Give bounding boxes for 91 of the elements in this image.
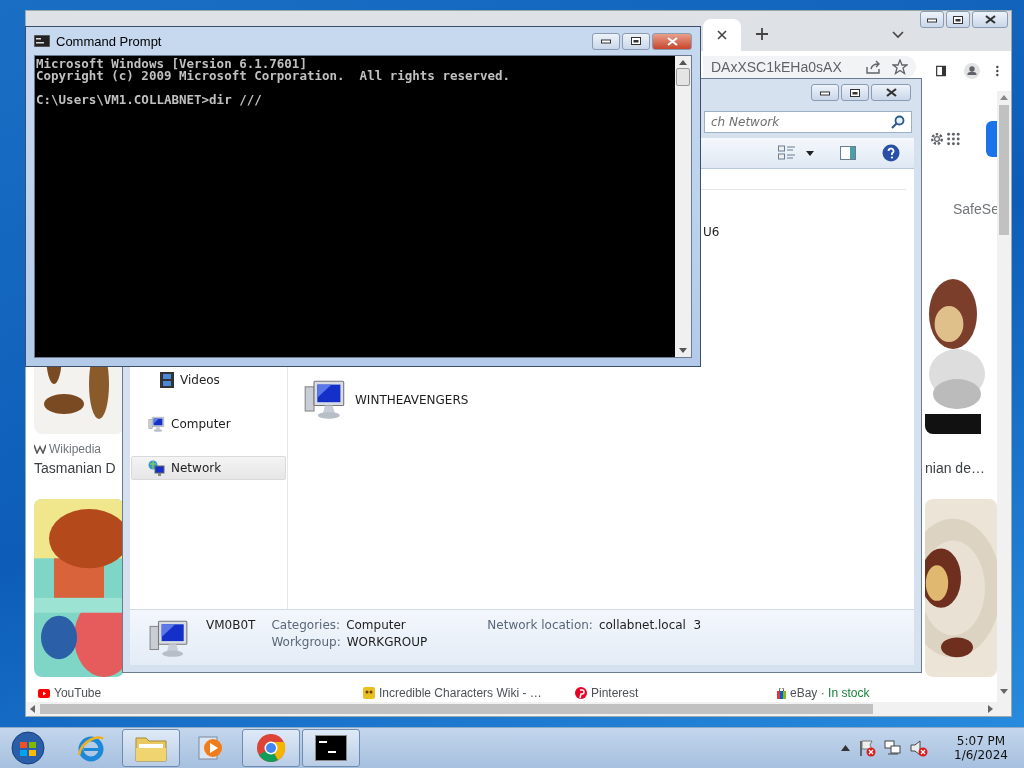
window-title: Command Prompt: [56, 33, 163, 49]
preview-pane-icon[interactable]: [840, 146, 856, 160]
close-icon: [885, 88, 897, 97]
result-title[interactable]: nian de…: [925, 460, 997, 476]
network-icon: [148, 459, 165, 477]
close-icon: [717, 30, 727, 40]
network-status-icon[interactable]: [884, 739, 902, 757]
close-icon: [666, 36, 678, 46]
property-value: WORKGROUP: [346, 635, 428, 649]
taskbar-app-button[interactable]: [302, 729, 360, 767]
property-label: Workgroup:: [271, 635, 341, 649]
scroll-thumb[interactable]: [999, 105, 1009, 235]
scroll-left-icon: [30, 705, 36, 713]
property-label: Categories:: [271, 618, 341, 632]
computer-icon: [148, 415, 165, 433]
pin-logo-icon: [575, 687, 587, 699]
close-button[interactable]: [972, 11, 1008, 28]
property-label: Network location:: [487, 618, 593, 632]
site-logo-icon: [34, 444, 46, 454]
nav-item[interactable]: Network: [131, 456, 286, 480]
chevron-down-icon: [892, 31, 904, 39]
caret-icon[interactable]: [806, 150, 814, 156]
face-logo-icon: [363, 687, 375, 699]
vertical-scrollbar[interactable]: [675, 56, 691, 357]
share-icon[interactable]: [865, 60, 882, 74]
new-tab-button[interactable]: [753, 25, 771, 43]
vertical-scrollbar[interactable]: [997, 91, 1011, 716]
scroll-down-icon: [679, 348, 687, 353]
network-computer-item[interactable]: U6: [703, 210, 903, 254]
maximize-icon: [631, 37, 641, 45]
search-icon: [891, 115, 905, 129]
browser-logo-icon: [76, 733, 106, 763]
folder-icon: [135, 734, 167, 762]
more-menu-icon[interactable]: [996, 63, 999, 79]
star-icon[interactable]: [891, 59, 908, 75]
start-orb-icon: [11, 731, 45, 765]
address-bar[interactable]: DAxXSC1kEHa0sAX: [703, 56, 916, 78]
film-icon: [160, 372, 174, 388]
shopping-bag-icon: [777, 687, 786, 699]
console-line: Microsoft Windows [Version 6.1.7601]: [36, 58, 307, 70]
nav-item[interactable]: Computer: [131, 412, 286, 436]
scroll-down-icon: [1000, 688, 1008, 694]
help-icon[interactable]: [882, 144, 900, 162]
maximize-button[interactable]: [622, 32, 650, 50]
plus-icon: [755, 27, 769, 41]
scroll-up-icon: [1000, 95, 1008, 101]
property-value: collabnet.local 3: [598, 618, 702, 632]
media-player-icon: [197, 734, 225, 762]
scroll-thumb[interactable]: [676, 68, 690, 86]
result-source[interactable]: Wikipedia: [34, 442, 124, 456]
tab-search-button[interactable]: [890, 29, 906, 41]
minimize-icon: [820, 89, 830, 96]
maximize-button[interactable]: [946, 11, 970, 28]
maximize-button[interactable]: [841, 84, 869, 101]
horizontal-scrollbar[interactable]: [26, 702, 997, 716]
side-panel-icon[interactable]: [935, 63, 947, 79]
console-line: Copyright (c) 2009 Microsoft Corporation. All rights reserved.: [36, 70, 512, 82]
maximize-icon: [850, 88, 860, 97]
console-icon: [315, 735, 347, 761]
result-source[interactable]: Incredible Characters Wiki - …: [363, 686, 575, 700]
console-prompt: C:\Users\VM1.COLLABNET>dir ///: [36, 94, 263, 106]
result-source[interactable]: eBay · In stock: [777, 686, 997, 700]
minimize-icon: [601, 38, 611, 44]
result-title[interactable]: Tasmanian D: [34, 460, 124, 476]
close-icon: [984, 15, 996, 24]
computer-icon: [303, 378, 347, 422]
scroll-up-icon: [679, 60, 687, 65]
property-value: Computer: [346, 618, 406, 632]
view-options-icon[interactable]: [778, 145, 796, 161]
play-logo-icon: [38, 688, 50, 698]
scroll-right-icon: [987, 705, 993, 713]
minimize-icon: [927, 16, 937, 23]
computer-name: VM0B0T: [206, 618, 256, 632]
clock[interactable]: 5:07 PM 1/6/2024: [946, 734, 1016, 762]
computer-icon: [148, 618, 190, 660]
tab-close-button[interactable]: [715, 28, 729, 42]
result-source[interactable]: Pinterest: [575, 686, 777, 700]
sign-in-button[interactable]: [985, 121, 997, 157]
scroll-thumb[interactable]: [40, 704, 873, 714]
apps-grid-icon[interactable]: [947, 131, 960, 147]
chrome-logo-icon: [256, 733, 286, 763]
close-button[interactable]: [871, 84, 911, 101]
result-source[interactable]: YouTube: [38, 686, 363, 700]
action-center-flag-icon[interactable]: [858, 739, 876, 757]
network-computer-item[interactable]: WINTHEAVENGERS: [303, 378, 703, 422]
console-icon: [34, 35, 50, 47]
speaker-muted-icon[interactable]: [910, 739, 928, 757]
search-field[interactable]: ch Network: [704, 111, 912, 133]
nav-item[interactable]: Videos: [131, 368, 286, 392]
show-hidden-icons[interactable]: [841, 745, 850, 751]
maximize-icon: [953, 15, 963, 24]
